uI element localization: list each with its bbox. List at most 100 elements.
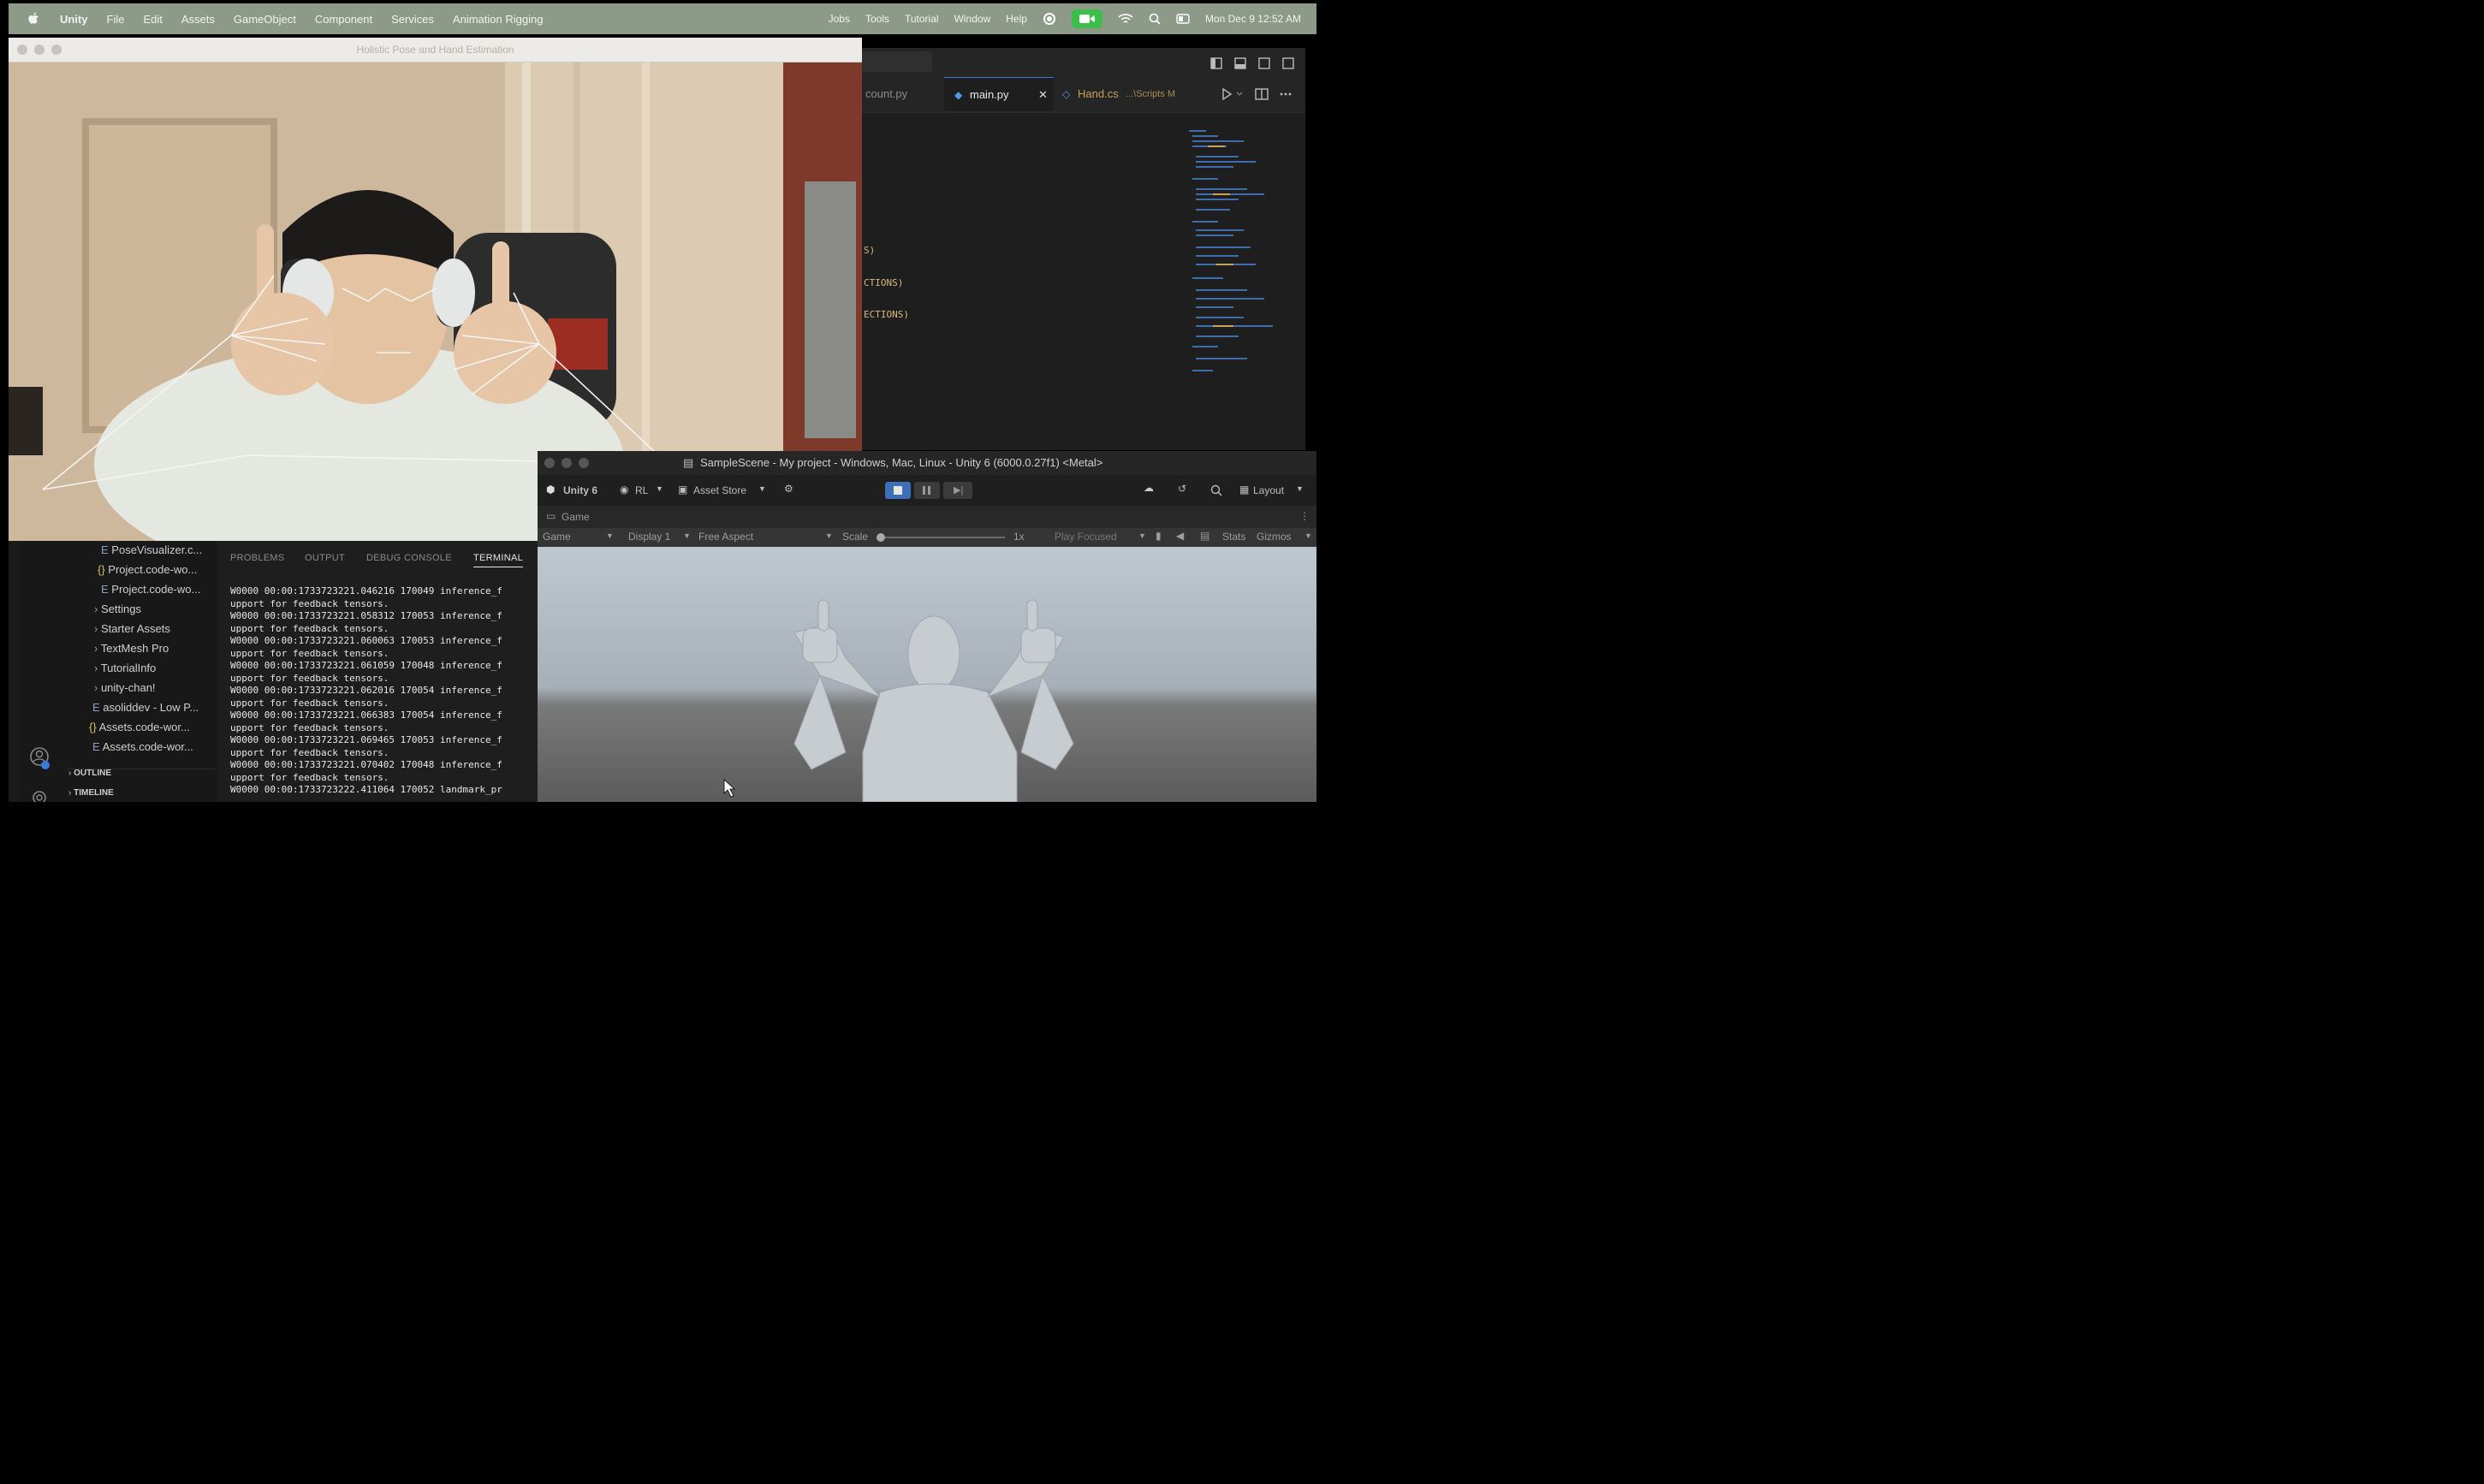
terminal-line: upport for feedback tensors. [230,622,389,634]
explorer-item[interactable]: E asoliddev - Low P... [92,701,199,714]
frame-icon[interactable]: ▤ [1200,530,1209,542]
play-button[interactable] [885,482,911,499]
code-fragment[interactable]: ECTIONS) [864,309,909,320]
terminal-line: W0000 00:00:1733723221.070402 170048 inf… [230,759,502,770]
explorer-item[interactable]: E PoseVisualizer.c... [101,543,202,556]
tab-main-py[interactable]: ◆ main.py ✕ [944,77,1054,112]
tab-debug-console[interactable]: DEBUG CONSOLE [366,553,452,563]
tab-problems[interactable]: PROBLEMS [230,553,285,563]
explorer-folder[interactable]: › TextMesh Pro [94,642,169,655]
search-icon[interactable] [1149,13,1161,25]
mannequin-character [723,599,1074,802]
stats-button[interactable]: Stats [1222,531,1245,543]
game-mode-dropdown[interactable]: Game [543,531,571,543]
history-icon[interactable]: ↺ [1178,483,1186,495]
audio-mute-icon[interactable]: ▮ [1156,530,1162,542]
chevron-down-icon: ▼ [1138,531,1146,540]
chevron-down-icon: ▼ [606,531,614,540]
menu-app-unity[interactable]: Unity [60,13,88,26]
zoom-window-button[interactable] [579,458,589,468]
pause-button[interactable] [914,482,940,499]
run-split-more-icons[interactable] [1220,87,1297,101]
play-focused-dropdown[interactable]: Play Focused [1055,531,1117,543]
speaker-icon[interactable]: ◀ [1176,530,1184,542]
minimap[interactable] [1187,127,1281,383]
terminal-line: upport for feedback tensors. [230,697,389,709]
document-icon: ▤ [683,456,694,469]
user-dropdown[interactable]: RL [635,484,648,496]
tab-output[interactable]: OUTPUT [305,553,345,563]
menu-component[interactable]: Component [315,13,372,26]
search-icon[interactable] [1210,484,1222,496]
code-fragment[interactable]: CTIONS) [864,277,903,288]
account-icon[interactable] [29,746,51,770]
aspect-dropdown[interactable]: Free Aspect [698,531,753,543]
zoom-window-button[interactable] [51,45,62,55]
outline-section[interactable]: › OUTLINE [68,769,111,778]
tab-hand-cs[interactable]: Hand.cs [1078,77,1119,111]
gamepad-icon: ▭ [546,510,556,522]
menu-edit[interactable]: Edit [143,13,162,26]
menu-window[interactable]: Window [954,13,991,25]
cloud-icon[interactable]: ☁ [1144,482,1154,494]
apple-icon[interactable] [27,12,39,26]
minimize-window-button[interactable] [34,45,45,55]
tab-count-py[interactable]: count.py [865,77,907,111]
unity-titlebar: ▤ SampleScene - My project - Windows, Ma… [538,451,1316,475]
settings-icon[interactable]: ⚙ [784,483,793,495]
chevron-down-icon: ▼ [1304,531,1312,540]
more-options-icon[interactable]: ⋮ [1299,510,1310,522]
tab-terminal[interactable]: TERMINAL [473,553,524,567]
game-tab-label: Game [562,511,590,523]
gizmos-button[interactable]: Gizmos [1257,531,1292,543]
menu-jobs[interactable]: Jobs [829,13,850,25]
menu-animation-rigging[interactable]: Animation Rigging [453,13,544,26]
explorer-folder[interactable]: › TutorialInfo [94,662,156,674]
unity-window-title: SampleScene - My project - Windows, Mac,… [700,456,1103,469]
menu-services[interactable]: Services [391,13,434,26]
editor-tabs: count.py ◆ main.py ✕ ◇ Hand.cs ...\Scrip… [862,77,1305,112]
close-window-button[interactable] [544,458,555,468]
video-camera-icon[interactable] [1071,9,1102,28]
explorer-folder[interactable]: › Settings [94,603,141,615]
close-window-button[interactable] [17,45,27,55]
minimize-window-button[interactable] [562,458,572,468]
display-dropdown[interactable]: Display 1 [628,531,670,543]
wifi-icon[interactable] [1118,13,1133,25]
menu-file[interactable]: File [107,13,125,26]
unity-toolbar: ⬢ Unity 6 ◉ RL ▼ ▣ Asset Store ▼ ⚙ ▶| ☁ … [538,475,1316,506]
gear-icon[interactable] [29,787,51,802]
menu-tutorial[interactable]: Tutorial [905,13,939,25]
record-icon[interactable] [1043,12,1056,26]
scale-slider[interactable] [877,533,1005,542]
unity-account-button[interactable]: Unity 6 [563,484,597,496]
code-fragment[interactable]: S) [864,245,875,256]
menu-assets[interactable]: Assets [181,13,215,26]
control-center-icon[interactable] [1176,13,1190,25]
layout-dropdown[interactable]: Layout [1253,484,1284,496]
chevron-down-icon: ▼ [1296,484,1304,493]
terminal-line: W0000 00:00:1733723221.069465 170053 inf… [230,734,502,745]
timeline-section[interactable]: › TIMELINE [68,788,114,798]
layout-icon: ▦ [1239,484,1250,496]
close-icon[interactable]: ✕ [1038,78,1048,112]
terminal-line: W0000 00:00:1733723221.066383 170054 inf… [230,709,502,721]
game-view[interactable] [538,547,1316,802]
step-button[interactable]: ▶| [943,482,972,499]
menu-gameobject[interactable]: GameObject [234,13,296,26]
explorer-folder[interactable]: › unity-chan! [94,681,156,694]
chevron-down-icon: ▼ [825,531,833,540]
chevron-down-icon: ▼ [656,484,663,493]
menu-tools[interactable]: Tools [865,13,889,25]
explorer-item[interactable]: {} Assets.code-wor... [89,721,190,733]
explorer-folder[interactable]: › Starter Assets [94,622,170,635]
command-center[interactable] [862,51,932,72]
explorer-item[interactable]: E Project.code-wo... [101,583,200,596]
camera-window-titlebar: Holistic Pose and Hand Estimation [9,38,862,62]
asset-store-dropdown[interactable]: Asset Store [693,484,746,496]
explorer-item[interactable]: {} Project.code-wo... [98,563,197,576]
menu-help[interactable]: Help [1006,13,1027,25]
layout-toggle-icons[interactable] [1209,56,1298,70]
game-view-tab[interactable]: ▭ Game ⋮ [538,506,1316,528]
explorer-item[interactable]: E Assets.code-wor... [92,740,193,753]
